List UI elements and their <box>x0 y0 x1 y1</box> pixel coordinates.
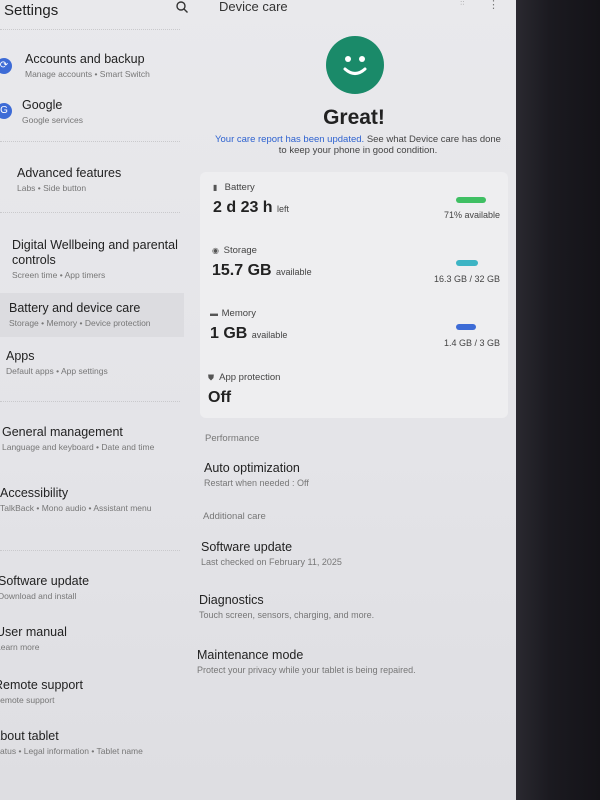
settings-item-about[interactable]: About tablet Status • Legal information … <box>0 729 167 757</box>
settings-item-advanced[interactable]: Advanced features Labs • Side button <box>17 166 121 194</box>
battery-bar <box>456 197 486 203</box>
settings-item-remote-support[interactable]: Remote support Remote support <box>0 678 83 706</box>
indicator-icon: ⫶⫶ <box>460 0 465 7</box>
divider <box>0 29 180 30</box>
device-care-panel: Device care ⫶⫶ ⋮ Great! Your care report… <box>192 0 516 800</box>
section-performance: Performance <box>205 433 260 444</box>
page-title: Device care <box>219 0 288 14</box>
software-update-item[interactable]: Software update Last checked on February… <box>201 540 342 567</box>
settings-item-accounts[interactable]: Accounts and backup Manage accounts • Sm… <box>25 52 150 80</box>
settings-item-battery[interactable]: Battery and device care Storage • Memory… <box>9 301 151 329</box>
battery-metric[interactable]: ▮ Battery 2 d 23 h left <box>213 182 289 217</box>
auto-optimization-item[interactable]: Auto optimization Restart when needed : … <box>204 461 309 488</box>
settings-title: Settings <box>4 2 59 19</box>
care-report-description: Your care report has been updated. See w… <box>215 134 501 156</box>
device-screen: Settings ⟳ Accounts and backup Manage ac… <box>0 0 516 800</box>
accounts-icon: ⟳ <box>0 58 12 74</box>
settings-header: Settings <box>0 0 192 22</box>
settings-item-accessibility[interactable]: Accessibility TalkBack • Mono audio • As… <box>0 486 170 514</box>
google-icon: G <box>0 103 12 119</box>
memory-bar <box>456 324 476 330</box>
memory-icon: ▬ <box>210 309 218 318</box>
section-additional-care: Additional care <box>203 511 266 522</box>
divider <box>0 141 180 142</box>
device-bezel <box>516 0 600 800</box>
battery-icon: ▮ <box>213 183 218 192</box>
settings-item-general[interactable]: General management Language and keyboard… <box>2 425 172 453</box>
storage-bar <box>456 260 478 266</box>
memory-metric[interactable]: ▬ Memory 1 GB available <box>210 308 287 343</box>
settings-item-software-update[interactable]: Software update Download and install <box>0 574 89 602</box>
settings-item-apps[interactable]: Apps Default apps • App settings <box>6 349 108 377</box>
care-report-link[interactable]: Your care report has been updated. <box>215 134 364 145</box>
shield-icon: ⛊ <box>208 373 214 382</box>
settings-item-google[interactable]: Google Google services <box>22 98 83 126</box>
diagnostics-item[interactable]: Diagnostics Touch screen, sensors, charg… <box>199 593 374 620</box>
settings-item-user-manual[interactable]: User manual Learn more <box>0 625 67 653</box>
divider <box>0 401 180 402</box>
storage-usage: 16.3 GB / 32 GB <box>433 274 500 284</box>
divider <box>0 212 180 213</box>
maintenance-mode-item[interactable]: Maintenance mode Protect your privacy wh… <box>197 648 416 675</box>
search-icon[interactable] <box>175 0 189 14</box>
settings-item-wellbeing[interactable]: Digital Wellbeing and parental controls … <box>12 238 184 281</box>
status-title: Great! <box>323 106 385 129</box>
more-options-icon[interactable]: ⋮ <box>488 0 499 11</box>
storage-metric[interactable]: ◉ Storage 15.7 GB available <box>212 245 312 280</box>
memory-usage: 1.4 GB / 3 GB <box>443 338 500 348</box>
storage-icon: ◉ <box>212 246 219 255</box>
smiley-icon <box>326 36 384 94</box>
app-protection-metric[interactable]: ⛊ App protection Off <box>208 372 280 407</box>
divider <box>0 550 180 551</box>
settings-list-panel: Settings ⟳ Accounts and backup Manage ac… <box>0 0 192 800</box>
battery-available: 71% available <box>443 210 500 220</box>
